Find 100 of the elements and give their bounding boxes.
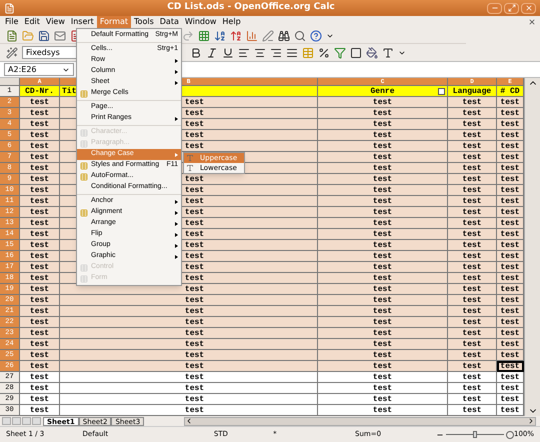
binoculars-icon[interactable] bbox=[278, 30, 290, 42]
bold-icon[interactable] bbox=[190, 46, 202, 58]
align-center-icon[interactable] bbox=[254, 46, 266, 58]
justify-icon[interactable] bbox=[286, 46, 298, 58]
menu-item[interactable]: Tools bbox=[131, 16, 157, 28]
sort-ascending-icon[interactable] bbox=[214, 30, 226, 42]
table-cell: test bbox=[318, 163, 448, 174]
close-document-icon[interactable] bbox=[528, 18, 536, 26]
new-document-icon[interactable] bbox=[6, 30, 18, 42]
close-icon bbox=[524, 4, 532, 12]
horizontal-scrollbar[interactable] bbox=[184, 416, 536, 426]
table-cell: test bbox=[20, 306, 60, 317]
submenu-arrow-icon bbox=[175, 116, 178, 120]
table-cell: test bbox=[318, 328, 448, 339]
table-cell: test bbox=[497, 328, 524, 339]
table-cell: test bbox=[448, 196, 497, 207]
table-cell: test bbox=[20, 394, 60, 405]
styles-icon[interactable] bbox=[6, 46, 18, 58]
header-cell: # CD bbox=[497, 86, 524, 97]
table-cell: test bbox=[497, 119, 524, 130]
table-cell: test bbox=[318, 108, 448, 119]
table-cell: test bbox=[60, 339, 318, 350]
menu-item[interactable]: Format bbox=[96, 16, 132, 28]
table-cell: test bbox=[318, 251, 448, 262]
table-cell: test bbox=[20, 328, 60, 339]
menu-item[interactable]: Window bbox=[182, 16, 220, 28]
vertical-scrollbar[interactable] bbox=[524, 78, 540, 416]
table-cell: test bbox=[20, 152, 60, 163]
submenu-arrow-icon bbox=[175, 152, 178, 156]
zoom-in-icon[interactable] bbox=[506, 430, 514, 438]
table-cell: test bbox=[448, 405, 497, 416]
menu-item[interactable]: File bbox=[2, 16, 22, 28]
grid-icon[interactable] bbox=[198, 30, 210, 42]
corner-cell bbox=[0, 78, 20, 86]
border-icon[interactable] bbox=[350, 46, 362, 58]
menu-item[interactable]: Data bbox=[156, 16, 182, 28]
table-cell: test bbox=[448, 383, 497, 394]
menu-item-icon bbox=[80, 90, 88, 98]
table-cell: test bbox=[448, 350, 497, 361]
table-cell: test bbox=[60, 405, 318, 416]
header-cell: CD-Nr. bbox=[20, 86, 60, 97]
table-cell: test bbox=[20, 119, 60, 130]
submenu-arrow-icon bbox=[175, 222, 178, 226]
table-cell: test bbox=[60, 328, 318, 339]
table-cell: test bbox=[448, 174, 497, 185]
chart-icon[interactable] bbox=[246, 30, 258, 42]
menu-item[interactable]: Insert bbox=[68, 16, 97, 28]
table-cell: test bbox=[448, 284, 497, 295]
table-cell: test bbox=[20, 218, 60, 229]
percent-icon[interactable] bbox=[318, 46, 330, 58]
table-cell: test bbox=[448, 108, 497, 119]
table-cell: test bbox=[448, 130, 497, 141]
window-title: CD List.ods - OpenOffice.org Calc bbox=[166, 1, 336, 14]
table-cell: test bbox=[497, 218, 524, 229]
table-cell: test bbox=[448, 339, 497, 350]
autofilter-icon[interactable] bbox=[438, 88, 445, 95]
align-right-icon[interactable] bbox=[270, 46, 282, 58]
menu-item-icon bbox=[80, 162, 88, 170]
table-cell: test bbox=[497, 152, 524, 163]
submenu-arrow-icon bbox=[175, 244, 178, 248]
table-cell: test bbox=[497, 163, 524, 174]
font-color-icon[interactable] bbox=[382, 46, 394, 58]
pen-icon[interactable] bbox=[262, 30, 274, 42]
menu-item[interactable]: Help bbox=[219, 16, 244, 28]
menu-item[interactable]: View bbox=[42, 16, 68, 28]
filter-icon[interactable] bbox=[334, 46, 346, 58]
table-cell: test bbox=[20, 240, 60, 251]
table-cell: test bbox=[448, 251, 497, 262]
maximize-icon bbox=[508, 4, 516, 12]
align-left-icon[interactable] bbox=[238, 46, 250, 58]
name-box[interactable]: A2:E26 bbox=[4, 63, 74, 76]
table-cell: test bbox=[497, 240, 524, 251]
table-cell: test bbox=[20, 141, 60, 152]
table-cell: test bbox=[448, 273, 497, 284]
menu-item-icon bbox=[80, 140, 88, 148]
table-cell: test bbox=[20, 317, 60, 328]
table-cell: test bbox=[20, 350, 60, 361]
table-cell: test bbox=[20, 339, 60, 350]
table-cell: test bbox=[20, 251, 60, 262]
search-icon[interactable] bbox=[294, 30, 306, 42]
maximize-button[interactable] bbox=[504, 2, 519, 14]
help-icon[interactable] bbox=[310, 30, 322, 42]
underline-icon[interactable] bbox=[222, 46, 234, 58]
table-cell: test bbox=[448, 229, 497, 240]
table-cell: test bbox=[497, 174, 524, 185]
table-cell: test bbox=[20, 295, 60, 306]
mail-icon[interactable] bbox=[54, 30, 66, 42]
save-icon[interactable] bbox=[38, 30, 50, 42]
close-button[interactable] bbox=[521, 2, 536, 14]
table-cell: test bbox=[497, 295, 524, 306]
scroll-right-icon[interactable] bbox=[527, 417, 535, 425]
sort-descending-icon[interactable] bbox=[230, 30, 242, 42]
table-cell: test bbox=[448, 218, 497, 229]
table-cell: test bbox=[497, 97, 524, 108]
paint-bucket-icon[interactable] bbox=[366, 46, 378, 58]
table-cell: test bbox=[20, 361, 60, 372]
table-cell: test bbox=[448, 295, 497, 306]
italic-icon[interactable] bbox=[206, 46, 218, 58]
table-cell: test bbox=[497, 284, 524, 295]
menu-item[interactable]: Edit bbox=[21, 16, 43, 28]
